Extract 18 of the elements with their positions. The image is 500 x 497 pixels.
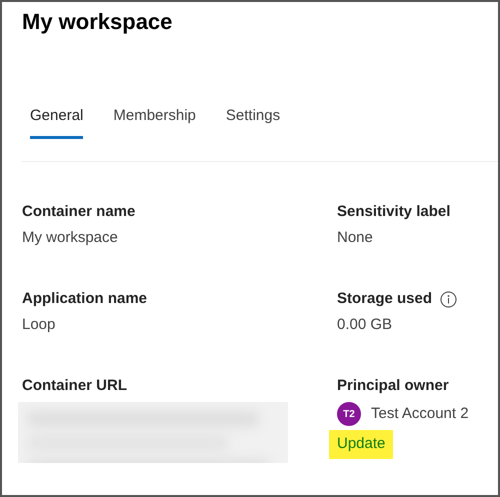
field-value: 0.00 GB: [337, 315, 392, 335]
field-label: Storage used: [337, 289, 432, 309]
field-label: Sensitivity label: [337, 202, 450, 222]
field-label: Container name: [22, 202, 136, 222]
field-value: None: [337, 228, 373, 248]
field-value: My workspace: [22, 228, 118, 248]
tab[interactable]: General: [30, 106, 84, 139]
info-icon[interactable]: [440, 290, 458, 308]
field-label: Container URL: [22, 376, 127, 396]
field-label: Application name: [22, 289, 148, 309]
tab[interactable]: Settings: [226, 106, 280, 139]
page-title: My workspace: [22, 8, 172, 36]
tab[interactable]: Membership: [113, 106, 196, 139]
update-link[interactable]: Update: [329, 430, 394, 458]
avatar: T2: [337, 402, 361, 426]
owner-name: Test Account 2: [371, 404, 469, 424]
field-label: Principal owner: [337, 376, 449, 396]
field-value: Loop: [22, 315, 56, 335]
